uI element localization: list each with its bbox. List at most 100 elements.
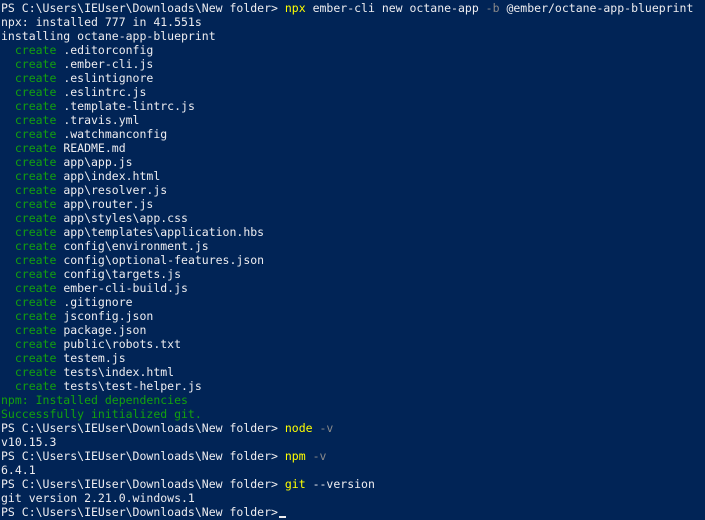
terminal-line: create tests\test-helper.js [1, 379, 705, 393]
create-label: create [1, 155, 57, 169]
terminal-line: PS C:\Users\IEUser\Downloads\New folder>… [1, 421, 705, 435]
command-name: npm [284, 449, 306, 463]
output-text: app\resolver.js [56, 183, 168, 197]
terminal-line: create config\targets.js [1, 267, 705, 281]
output-text: .eslintignore [56, 71, 154, 85]
create-label: create [1, 379, 57, 393]
output-text: app\app.js [56, 155, 133, 169]
terminal-line: create .gitignore [1, 295, 705, 309]
output-text: package.json [56, 323, 147, 337]
create-label: create [1, 309, 57, 323]
create-label: create [1, 169, 57, 183]
output-text: config\optional-features.json [56, 253, 265, 267]
terminal-line: create public\robots.txt [1, 337, 705, 351]
terminal-line: create app\app.js [1, 155, 705, 169]
output-text: public\robots.txt [56, 337, 182, 351]
text-cursor [278, 516, 286, 518]
create-label: create [1, 183, 57, 197]
output-text: tests\index.html [56, 365, 175, 379]
create-label: create [1, 99, 57, 113]
create-label: create [1, 71, 57, 85]
output-text: v10.15.3 [1, 435, 57, 449]
create-label: create [1, 113, 57, 127]
create-label: create [1, 281, 57, 295]
output-text: .template-lintrc.js [56, 99, 195, 113]
terminal-line: create .template-lintrc.js [1, 99, 705, 113]
terminal-line: PS C:\Users\IEUser\Downloads\New folder>… [1, 449, 705, 463]
output-text: --version [305, 477, 375, 491]
output-text: README.md [56, 141, 126, 155]
terminal-line: create app\styles\app.css [1, 211, 705, 225]
terminal-line: PS C:\Users\IEUser\Downloads\New folder>… [1, 1, 705, 15]
terminal-line: installing octane-app-blueprint [1, 29, 705, 43]
create-label: create [1, 253, 57, 267]
command-name: npx [284, 1, 306, 15]
create-label: create [1, 141, 57, 155]
create-label: create [1, 267, 57, 281]
current-prompt: PS C:\Users\IEUser\Downloads\New folder> [1, 505, 278, 519]
create-label: create [1, 211, 57, 225]
output-text: app\styles\app.css [56, 211, 188, 225]
terminal-line: create .editorconfig [1, 43, 705, 57]
create-label: create [1, 85, 57, 99]
create-label: create [1, 239, 57, 253]
create-label: create [1, 295, 57, 309]
create-label: create [1, 197, 57, 211]
terminal-line: Successfully initialized git. [1, 407, 705, 421]
prompt-text: PS C:\Users\IEUser\Downloads\New folder> [1, 449, 285, 463]
terminal-line: v10.15.3 [1, 435, 705, 449]
output-text: config\environment.js [56, 239, 209, 253]
output-text: ember-cli new octane-app [305, 1, 486, 15]
terminal-line: create README.md [1, 141, 705, 155]
output-text: .eslintrc.js [56, 85, 147, 99]
terminal-line: create .watchmanconfig [1, 127, 705, 141]
command-parameter: -b [485, 1, 500, 15]
output-text: config\targets.js [56, 267, 182, 281]
output-text: installing octane-app-blueprint [1, 29, 216, 43]
terminal-line: create package.json [1, 323, 705, 337]
output-text: npx: installed 777 in 41.551s [1, 15, 202, 29]
terminal-line: create app\router.js [1, 197, 705, 211]
output-text: testem.js [56, 351, 126, 365]
output-text: .ember-cli.js [56, 57, 154, 71]
terminal-line: create ember-cli-build.js [1, 281, 705, 295]
terminal-line: git version 2.21.0.windows.1 [1, 491, 705, 505]
terminal-line: create testem.js [1, 351, 705, 365]
create-label: create [1, 323, 57, 337]
output-text: ember-cli-build.js [56, 281, 188, 295]
command-parameter: -v [312, 421, 334, 435]
terminal-line: create config\optional-features.json [1, 253, 705, 267]
status-message: Successfully initialized git. [1, 407, 202, 421]
terminal-line: 6.4.1 [1, 463, 705, 477]
current-prompt-line[interactable]: PS C:\Users\IEUser\Downloads\New folder> [1, 505, 705, 519]
output-text: git version 2.21.0.windows.1 [1, 491, 195, 505]
terminal-output: PS C:\Users\IEUser\Downloads\New folder>… [1, 1, 705, 505]
powershell-terminal[interactable]: PS C:\Users\IEUser\Downloads\New folder>… [0, 0, 705, 520]
command-name: git [284, 477, 306, 491]
prompt-text: PS C:\Users\IEUser\Downloads\New folder> [1, 477, 285, 491]
output-text: .gitignore [56, 295, 133, 309]
status-message: npm: Installed dependencies [1, 393, 188, 407]
terminal-line: npm: Installed dependencies [1, 393, 705, 407]
create-label: create [1, 43, 57, 57]
terminal-line: create app\resolver.js [1, 183, 705, 197]
terminal-line: create .travis.yml [1, 113, 705, 127]
terminal-line: create .eslintignore [1, 71, 705, 85]
terminal-line: create .eslintrc.js [1, 85, 705, 99]
output-text: .editorconfig [56, 43, 154, 57]
command-name: node [284, 421, 313, 435]
output-text: app\router.js [56, 197, 154, 211]
terminal-line: npx: installed 777 in 41.551s [1, 15, 705, 29]
terminal-line: create app\index.html [1, 169, 705, 183]
output-text: 6.4.1 [1, 463, 36, 477]
prompt-text: PS C:\Users\IEUser\Downloads\New folder> [1, 1, 285, 15]
output-text: app\index.html [56, 169, 161, 183]
create-label: create [1, 57, 57, 71]
terminal-line: PS C:\Users\IEUser\Downloads\New folder>… [1, 477, 705, 491]
create-label: create [1, 351, 57, 365]
command-parameter: -v [305, 449, 327, 463]
output-text: tests\test-helper.js [56, 379, 202, 393]
output-text: @ember/octane-app-blueprint [499, 1, 694, 15]
prompt-text: PS C:\Users\IEUser\Downloads\New folder> [1, 421, 285, 435]
create-label: create [1, 127, 57, 141]
